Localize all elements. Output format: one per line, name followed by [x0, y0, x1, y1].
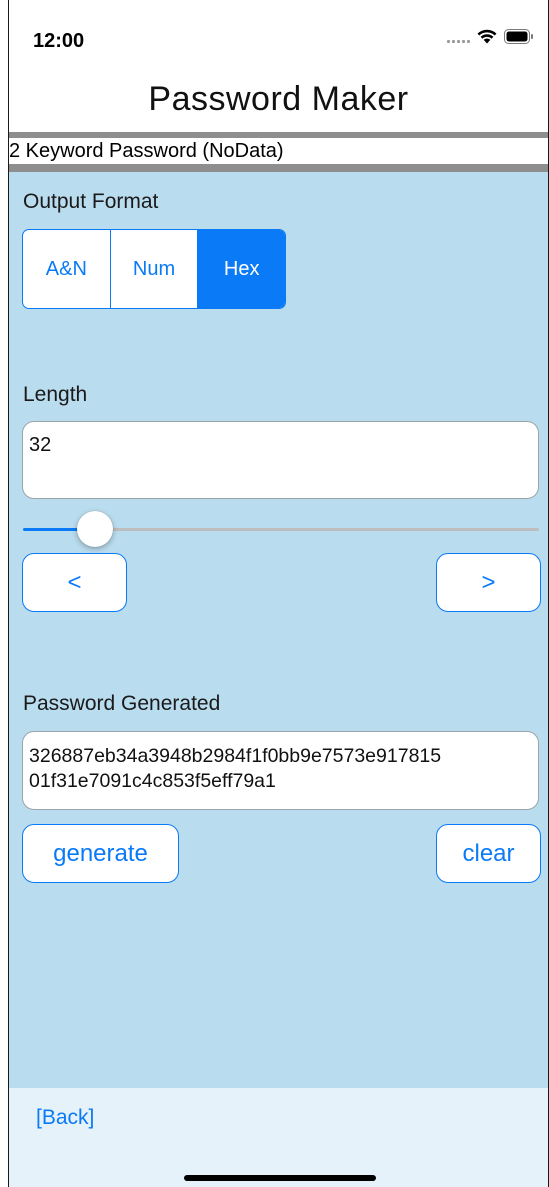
app-screen: 12:00 Password Maker 2 Keyword Password …	[0, 0, 549, 1187]
generate-button[interactable]: generate	[22, 824, 179, 883]
password-generated-label: Password Generated	[23, 692, 221, 715]
password-line-1: 326887eb34a3948b2984f1f0bb9e7573e917815	[29, 745, 442, 767]
length-field[interactable]: 32	[22, 421, 539, 499]
battery-icon	[504, 28, 534, 44]
segment-alphanumeric[interactable]: A&N	[23, 230, 111, 308]
cellular-signal-icon	[447, 29, 470, 43]
slider-thumb[interactable]	[77, 511, 113, 547]
length-label: Length	[23, 383, 88, 406]
password-output-field[interactable]: 326887eb34a3948b2984f1f0bb9e7573e917815 …	[22, 731, 539, 810]
status-time: 12:00	[33, 30, 85, 52]
page-title: Password Maker	[148, 80, 409, 118]
status-bar: 12:00	[9, 0, 548, 70]
slider-track-empty	[95, 528, 539, 531]
segment-numeric[interactable]: Num	[111, 230, 199, 308]
segment-hex[interactable]: Hex	[198, 230, 285, 308]
bottom-toolbar: [Back]	[9, 1088, 548, 1187]
navigation-bar: Password Maker	[9, 70, 548, 132]
back-link[interactable]: [Back]	[36, 1106, 94, 1130]
wifi-icon	[476, 28, 498, 44]
decrement-length-button[interactable]: <	[22, 553, 127, 612]
home-indicator	[184, 1175, 376, 1181]
mode-strip: 2 Keyword Password (NoData)	[9, 132, 548, 172]
clear-button[interactable]: clear	[436, 824, 541, 883]
increment-length-button[interactable]: >	[436, 553, 541, 612]
output-format-segmented-control: A&N Num Hex	[22, 229, 286, 309]
length-slider[interactable]	[23, 510, 539, 550]
length-value: 32	[29, 434, 52, 456]
mode-label: 2 Keyword Password (NoData)	[9, 138, 548, 164]
main-content: Output Format A&N Num Hex Length 32 < > …	[9, 172, 548, 1088]
output-format-label: Output Format	[23, 190, 159, 213]
password-line-2: 01f31e7091c4c853f5eff79a1	[29, 770, 276, 792]
status-icons	[447, 28, 534, 44]
